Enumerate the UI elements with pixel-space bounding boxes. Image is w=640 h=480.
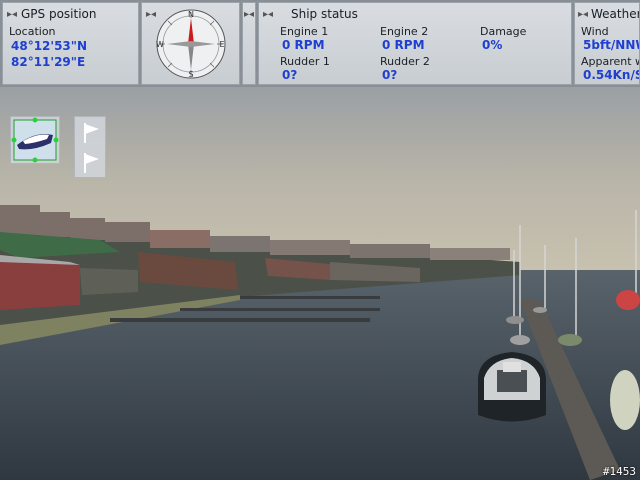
compass-s: S — [188, 70, 193, 79]
damage-value: 0% — [482, 38, 503, 52]
compass-e: E — [219, 40, 224, 49]
hud-bar: ▸◂ GPS position Location 48°12'53"N 82°1… — [0, 0, 640, 87]
weather-title: Weather — [591, 7, 640, 21]
engine2-value: 0 RPM — [382, 38, 425, 52]
panel-grip-icon[interactable]: ▸◂ — [7, 9, 17, 20]
apparent-wind-label: Apparent w — [581, 55, 640, 68]
location-label: Location — [9, 25, 56, 38]
rudder1-value: 0? — [282, 68, 298, 82]
watermark: #1453 — [602, 465, 636, 478]
engine1-label: Engine 1 — [280, 25, 329, 38]
rudder2-label: Rudder 2 — [380, 55, 430, 68]
longitude-value: 82°11'29"E — [11, 55, 86, 69]
gps-title: GPS position — [21, 7, 97, 21]
ship-status-panel: ▸◂ Ship status Engine 1 0 RPM Engine 2 0… — [258, 2, 572, 85]
flags-toolbar — [74, 116, 106, 178]
engine2-label: Engine 2 — [380, 25, 429, 38]
boat-icon — [11, 117, 59, 163]
rudder2-value: 0? — [382, 68, 398, 82]
engine1-value: 0 RPM — [282, 38, 325, 52]
weather-panel: ▸◂ Weather Wind 5bft/NNW Apparent w 0.54… — [574, 2, 640, 85]
compass-w: W — [156, 40, 164, 49]
apparent-wind-value: 0.54Kn/S — [583, 68, 640, 82]
gps-panel: ▸◂ GPS position Location 48°12'53"N 82°1… — [2, 2, 139, 85]
latitude-value: 48°12'53"N — [11, 39, 88, 53]
ship-status-title: Ship status — [291, 7, 358, 21]
panel-grip-icon[interactable]: ▸◂ — [263, 9, 273, 20]
flag-icon[interactable] — [81, 121, 101, 145]
flag-icon[interactable] — [81, 151, 101, 175]
damage-label: Damage — [480, 25, 527, 38]
compass-icon: N E S W — [156, 9, 226, 79]
wind-value: 5bft/NNW — [583, 38, 639, 52]
panel-grip-icon[interactable]: ▸◂ — [244, 9, 254, 20]
collapsed-panel[interactable]: ▸◂ — [242, 2, 256, 85]
compass-n: N — [188, 10, 194, 19]
panel-grip-icon[interactable]: ▸◂ — [578, 9, 588, 20]
rudder1-label: Rudder 1 — [280, 55, 330, 68]
wind-label: Wind — [581, 25, 609, 38]
boat-select-button[interactable] — [10, 116, 60, 164]
compass-panel: ▸◂ N E S W — [141, 2, 240, 85]
